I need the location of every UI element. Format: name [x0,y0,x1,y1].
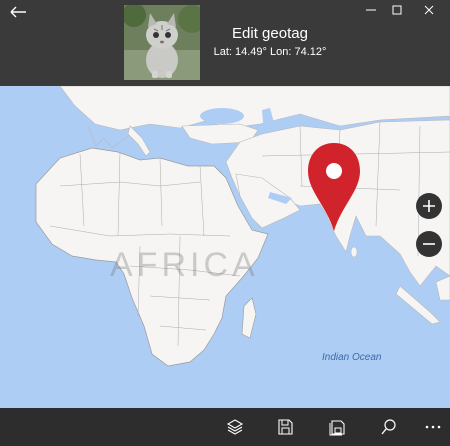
minimize-icon[interactable] [364,3,378,17]
back-arrow-icon[interactable] [8,4,28,20]
save-copy-icon[interactable] [328,418,346,436]
map-pin-icon[interactable] [306,141,362,233]
zoom-in-button[interactable] [416,193,442,219]
page-title: Edit geotag [232,25,308,42]
bottom-toolbar [0,408,450,446]
map-view[interactable]: AFRICA Indian Ocean [0,86,450,408]
more-icon[interactable] [424,418,442,436]
zoom-out-button[interactable] [416,231,442,257]
title-bar: Edit geotag Lat: 14.49° Lon: 74.12° [0,0,450,86]
coordinates-readout: Lat: 14.49° Lon: 74.12° [213,46,327,58]
kitten-photo [124,5,200,80]
search-icon[interactable] [380,418,398,436]
africa-label: AFRICA [110,246,259,284]
layers-icon[interactable] [226,418,244,436]
indian-ocean-label: Indian Ocean [322,352,382,363]
save-icon[interactable] [276,418,294,436]
minus-icon [423,243,435,245]
sri-lanka [350,246,358,258]
photo-thumbnail [124,5,200,80]
close-icon[interactable] [422,3,436,17]
plus-icon [423,200,435,212]
maximize-icon[interactable] [390,3,404,17]
